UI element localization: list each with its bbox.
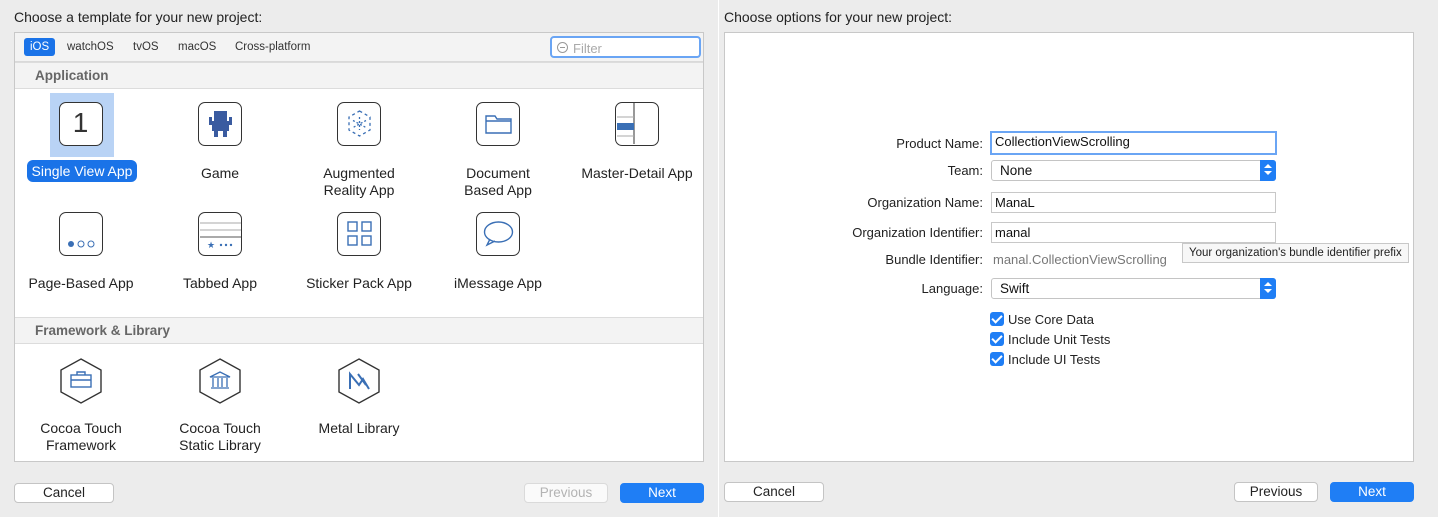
section-framework-library: Framework & Library: [15, 317, 703, 344]
template-augmented-reality-app[interactable]: Augmented Reality App: [294, 93, 424, 203]
language-value: Swift: [1000, 281, 1030, 296]
previous-button[interactable]: Previous: [1234, 482, 1318, 502]
org-id-label: Organization Identifier:: [852, 225, 983, 240]
single-view-icon: 1: [59, 102, 103, 146]
template-document-based-app[interactable]: Document Based App: [433, 93, 563, 203]
product-name-field[interactable]: CollectionViewScrolling: [990, 131, 1277, 155]
speech-bubble-icon: [476, 212, 520, 256]
template-cocoa-touch-framework[interactable]: Cocoa Touch Framework: [16, 348, 146, 458]
tab-watchos[interactable]: watchOS: [61, 38, 120, 56]
project-options-window: Choose options for your new project: Pro…: [719, 0, 1438, 517]
template-imessage-app[interactable]: iMessage App: [433, 203, 563, 298]
options-prompt: Choose options for your new project:: [724, 9, 953, 25]
team-value: None: [1000, 163, 1033, 178]
org-name-field[interactable]: ManaL: [991, 192, 1276, 213]
template-label: Cocoa Touch Static Library: [179, 420, 261, 453]
next-button[interactable]: Next: [1330, 482, 1414, 502]
building-icon: [197, 357, 243, 405]
language-label: Language:: [921, 281, 983, 296]
master-detail-icon: [615, 102, 659, 146]
filter-icon: [557, 42, 568, 53]
filter-field[interactable]: Filter: [550, 36, 701, 58]
template-label: Document Based App: [464, 165, 532, 198]
template-label: Master-Detail App: [581, 165, 693, 181]
language-select[interactable]: Swift: [991, 278, 1276, 299]
next-button[interactable]: Next: [620, 483, 704, 503]
include-unit-tests-checkbox[interactable]: [990, 332, 1004, 346]
tab-macos[interactable]: macOS: [172, 38, 222, 56]
template-label: Cocoa Touch Framework: [40, 420, 122, 453]
template-chooser-window: Choose a template for your new project: …: [0, 0, 718, 517]
template-cocoa-touch-static-library[interactable]: Cocoa Touch Static Library: [155, 348, 285, 458]
template-sticker-pack-app[interactable]: Sticker Pack App: [294, 203, 424, 298]
cancel-button[interactable]: Cancel: [724, 482, 824, 502]
platform-tab-bar: iOS watchOS tvOS macOS Cross-platform Fi…: [15, 33, 703, 62]
template-single-view-app[interactable]: 1 Single View App: [16, 93, 146, 188]
tab-bar-icon: ★: [198, 212, 242, 256]
previous-button[interactable]: Previous: [524, 483, 608, 503]
bundle-id-value: manal.CollectionViewScrolling: [993, 252, 1167, 267]
template-label: iMessage App: [454, 275, 542, 291]
include-ui-tests-label: Include UI Tests: [1008, 352, 1101, 367]
use-core-data-checkbox[interactable]: [990, 312, 1004, 326]
bundle-id-label: Bundle Identifier:: [885, 252, 983, 267]
ar-icon: [337, 102, 381, 146]
svg-text:★: ★: [207, 241, 215, 251]
folder-icon: [476, 102, 520, 146]
language-stepper-icon: [1260, 278, 1276, 299]
template-prompt: Choose a template for your new project:: [14, 9, 263, 25]
template-label: Page-Based App: [28, 275, 134, 291]
use-core-data-label: Use Core Data: [1008, 312, 1094, 327]
grid-icon: [337, 212, 381, 256]
product-name-label: Product Name:: [896, 136, 983, 151]
template-panel: iOS watchOS tvOS macOS Cross-platform Fi…: [14, 32, 704, 462]
template-label: Single View App: [27, 160, 137, 182]
template-label: Game: [200, 165, 240, 181]
single-view-number: 1: [72, 107, 89, 138]
team-stepper-icon: [1260, 160, 1276, 181]
org-name-label: Organization Name:: [867, 195, 983, 210]
bundle-id-tooltip: Your organization's bundle identifier pr…: [1182, 243, 1409, 263]
template-game[interactable]: Game: [155, 93, 285, 188]
include-unit-tests-label: Include Unit Tests: [1008, 332, 1111, 347]
metal-icon: [336, 357, 382, 405]
team-label: Team:: [947, 163, 983, 178]
org-id-field[interactable]: manal: [991, 222, 1276, 243]
tab-tvos[interactable]: tvOS: [127, 38, 165, 56]
filter-placeholder: Filter: [573, 41, 602, 56]
section-application: Application: [15, 62, 703, 89]
template-metal-library[interactable]: Metal Library: [294, 348, 424, 443]
cancel-button[interactable]: Cancel: [14, 483, 114, 503]
template-master-detail-app[interactable]: Master-Detail App: [572, 93, 702, 188]
include-ui-tests-checkbox[interactable]: [990, 352, 1004, 366]
template-label: Tabbed App: [183, 275, 257, 291]
tab-ios[interactable]: iOS: [24, 38, 56, 56]
tab-cross-platform[interactable]: Cross-platform: [229, 38, 316, 56]
page-dots-icon: [59, 212, 103, 256]
toolbox-icon: [58, 357, 104, 405]
template-label: Sticker Pack App: [306, 275, 412, 291]
template-page-based-app[interactable]: Page-Based App: [16, 203, 146, 298]
template-label: Augmented Reality App: [323, 165, 395, 198]
template-label: Metal Library: [318, 420, 400, 436]
game-icon: [198, 102, 242, 146]
team-select[interactable]: None: [991, 160, 1276, 181]
template-tabbed-app[interactable]: ★ Tabbed App: [155, 203, 285, 298]
